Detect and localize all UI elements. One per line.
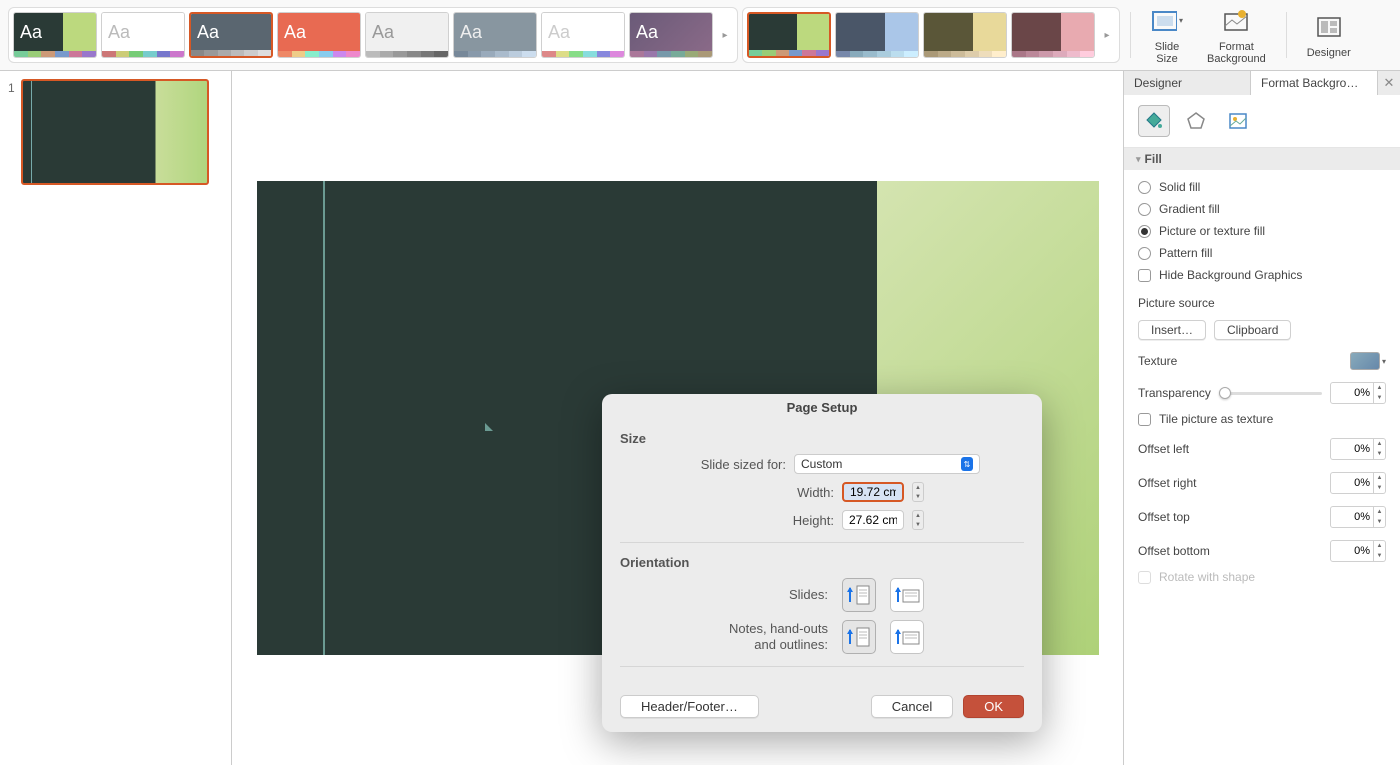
header-footer-button[interactable]: Header/Footer… <box>620 695 759 718</box>
width-label: Width: <box>797 485 834 500</box>
ok-button[interactable]: OK <box>963 695 1024 718</box>
slides-landscape-button[interactable] <box>890 578 924 612</box>
notes-portrait-button[interactable] <box>842 620 876 654</box>
slide-sized-for-label: Slide sized for: <box>701 457 786 472</box>
height-input[interactable] <box>842 510 904 530</box>
size-section-label: Size <box>620 431 1024 446</box>
slides-portrait-button[interactable] <box>842 578 876 612</box>
slides-orientation-label: Slides: <box>789 587 828 603</box>
cancel-button[interactable]: Cancel <box>871 695 953 718</box>
height-label: Height: <box>793 513 834 528</box>
orientation-section-label: Orientation <box>620 555 1024 570</box>
height-stepper[interactable]: ▲▼ <box>912 510 924 530</box>
dialog-title: Page Setup <box>602 394 1042 421</box>
page-setup-dialog: Page Setup Size Slide sized for: Custom⇅… <box>602 394 1042 732</box>
dialog-overlay: Page Setup Size Slide sized for: Custom⇅… <box>0 0 1400 765</box>
width-stepper[interactable]: ▲▼ <box>912 482 924 502</box>
slide-sized-for-select[interactable]: Custom⇅ <box>794 454 980 474</box>
notes-orientation-label: Notes, hand-outs and outlines: <box>729 621 828 652</box>
width-input[interactable] <box>842 482 904 502</box>
notes-landscape-button[interactable] <box>890 620 924 654</box>
